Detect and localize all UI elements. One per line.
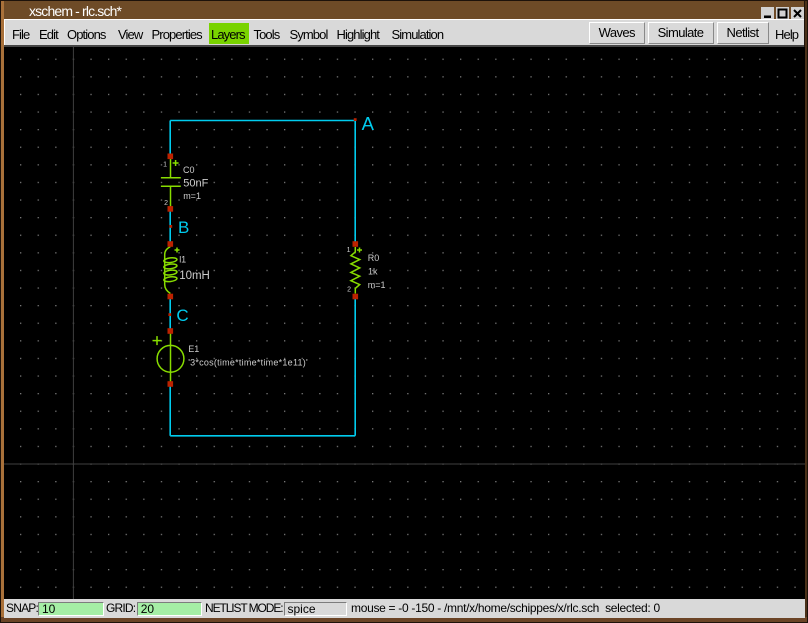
svg-text:1k: 1k — [368, 266, 378, 276]
svg-text:C0: C0 — [183, 165, 195, 175]
svg-text:m=1: m=1 — [183, 191, 201, 201]
svg-text:50nF: 50nF — [183, 178, 208, 190]
svg-text:E1: E1 — [188, 344, 199, 354]
svg-text:l1: l1 — [179, 255, 186, 265]
svg-text:10mH: 10mH — [179, 270, 210, 282]
svg-text:1: 1 — [347, 247, 351, 254]
svg-text:2: 2 — [347, 287, 351, 294]
svg-text:R0: R0 — [368, 253, 380, 263]
svg-text:'3*cos(time*time*time*1e11)': '3*cos(time*time*time*1e11)' — [188, 358, 308, 368]
svg-text:B: B — [178, 218, 189, 237]
svg-text:1: 1 — [163, 162, 167, 169]
svg-text:A: A — [362, 113, 375, 134]
svg-text:2: 2 — [164, 200, 168, 207]
svg-text:m=1: m=1 — [368, 280, 386, 290]
svg-text:C: C — [176, 306, 188, 325]
